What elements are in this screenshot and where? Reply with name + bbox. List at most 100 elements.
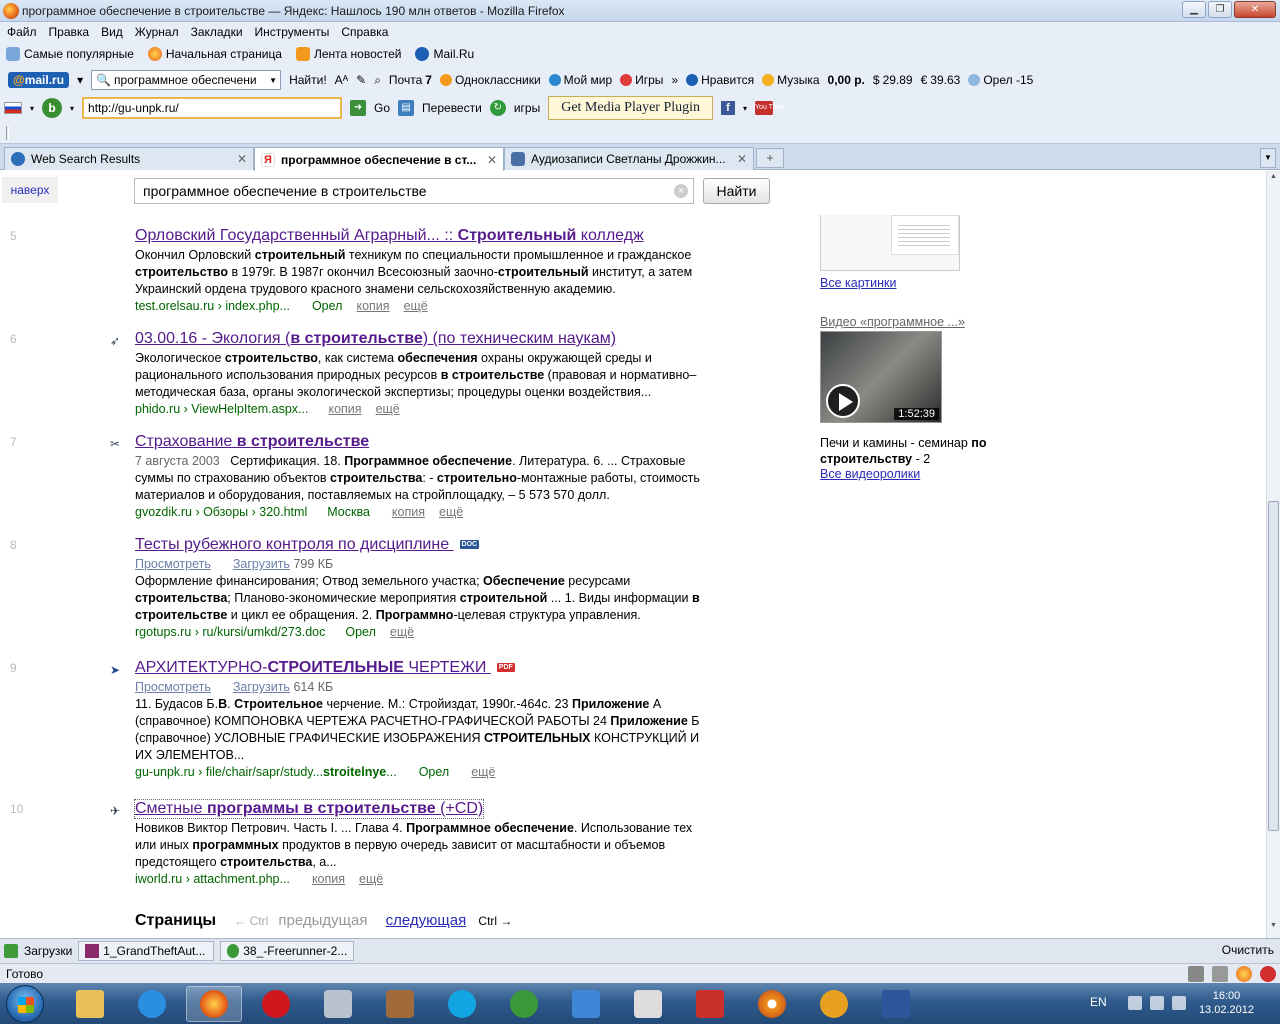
chevron-down-icon[interactable]: ▾ [743,104,747,113]
show-hidden-icon[interactable] [1128,996,1142,1010]
result-title-link[interactable]: Сметные программы в строительстве (+CD) [133,799,485,819]
language-indicator[interactable]: EN [1090,995,1107,1009]
taskbar-firefox[interactable] [186,986,242,1022]
download-item[interactable]: 38_-Freerunner-2... [220,941,355,961]
result-url[interactable]: iworld.ru › attachment.php... [135,872,290,886]
music-button[interactable]: Музыка [762,73,820,87]
vertical-scrollbar[interactable]: ▲ ▼ [1266,171,1280,938]
odnoklassniki-button[interactable]: Одноклассники [439,73,541,87]
find-in-page-icon[interactable]: ⌕ [374,73,381,88]
tab-audio[interactable]: Аудиозаписи Светланы Дрожжин... ✕ [504,147,754,170]
more-link[interactable]: ещё [359,872,383,886]
taskbar-app[interactable] [682,986,738,1022]
menu-file[interactable]: Файл [6,25,38,39]
menu-edit[interactable]: Правка [48,25,91,39]
close-tab-icon[interactable]: ✕ [487,153,497,167]
prev-page-link[interactable]: предыдущая [278,912,367,929]
taskbar-ie[interactable] [124,986,180,1022]
tab-web-search-results[interactable]: Web Search Results ✕ [4,147,254,170]
video-title[interactable]: Печи и камины - семинар по строительству … [820,435,1020,467]
bookmark-most-visited[interactable]: Самые популярные [6,47,134,61]
weather[interactable]: Орел -15 [968,73,1033,87]
russia-flag-icon[interactable] [4,102,22,114]
cached-copy-link[interactable]: копия [328,402,361,416]
download-link[interactable]: Загрузить [233,557,290,571]
yandex-search-input[interactable]: программное обеспечение в строительстве … [134,178,694,204]
my-world-button[interactable]: Мой мир [548,73,612,87]
mailru-find-button[interactable]: Найти! [289,73,327,87]
tab-list-button[interactable]: ▼ [1260,148,1276,168]
go-arrow-icon[interactable]: ➜ [350,100,367,116]
chevron-down-icon[interactable]: ▼ [266,76,280,85]
download-link[interactable]: Загрузить [233,680,290,694]
all-videos-link[interactable]: Все видеоролики [820,467,920,481]
chevron-down-icon[interactable]: ▾ [70,104,74,113]
result-url[interactable]: rgotups.ru › ru/kursi/umkd/273.doc [135,625,325,639]
cached-copy-link[interactable]: копия [312,872,345,886]
adblock-icon[interactable] [1260,966,1276,982]
url-input[interactable]: http://gu-unpk.ru/ [82,97,343,119]
more-link[interactable]: ещё [471,765,495,779]
clear-downloads-button[interactable]: Очистить [1222,943,1274,957]
menu-help[interactable]: Справка [340,25,389,39]
mailru-logo[interactable]: @mail.ru [8,72,70,88]
more-link[interactable]: ещё [390,625,414,639]
more-link[interactable]: ещё [439,505,463,519]
result-title-link[interactable]: Страхование в строительстве [135,433,369,451]
like-button[interactable]: Нравится [686,73,754,87]
eur-rate[interactable]: €39.63 [921,73,961,87]
menu-bookmarks[interactable]: Закладки [190,25,244,39]
screen-icon[interactable] [1188,966,1204,982]
usd-rate[interactable]: $29.89 [873,73,913,87]
view-link[interactable]: Просмотреть [135,557,211,571]
games-button[interactable]: игры [514,101,540,115]
translate-button[interactable]: Перевести [422,101,482,115]
bookmark-mailru[interactable]: Mail.Ru [415,47,474,61]
font-size-icon[interactable]: Aᴬ [335,73,348,87]
scroll-down-icon[interactable]: ▼ [1268,922,1279,936]
result-title-link[interactable]: 03.00.16 - Экология (в строительстве) (п… [135,330,616,348]
video-thumbnail[interactable]: 1:52:39 [820,331,942,423]
more-chevron-icon[interactable]: » [671,73,678,87]
games-button[interactable]: Игры [620,73,663,87]
firefox-icon[interactable] [1236,966,1252,982]
taskbar-opera[interactable] [248,986,304,1022]
clock[interactable]: 16:00 13.02.2012 [1199,989,1254,1017]
result-url[interactable]: gvozdik.ru › Обзоры › 320.html [135,505,307,519]
money-balance[interactable]: 0,00 р. [828,73,865,87]
result-title-link[interactable]: Тесты рубежного контроля по дисциплине D… [135,536,480,554]
all-images-link[interactable]: Все картинки [820,276,896,290]
chevron-down-icon[interactable]: ▾ [30,104,34,113]
youtube-icon[interactable]: You Tube [755,101,784,115]
back-to-top-link[interactable]: наверх [2,177,58,203]
mailru-search-input[interactable]: 🔍 программное обеспечени ▼ [91,70,282,90]
taskbar-half-life[interactable] [806,986,862,1022]
close-tab-icon[interactable]: ✕ [237,152,247,166]
taskbar-media[interactable] [620,986,676,1022]
yandex-search-button[interactable]: Найти [703,178,770,204]
taskbar-explorer[interactable] [62,986,118,1022]
taskbar-disc[interactable] [744,986,800,1022]
start-button[interactable] [6,985,44,1023]
more-link[interactable]: ещё [404,299,428,313]
maximize-button[interactable]: ❐ [1208,1,1232,18]
result-title-link[interactable]: Орловский Государственный Аграрный... ::… [135,227,644,245]
scroll-up-icon[interactable]: ▲ [1268,173,1279,187]
menu-tools[interactable]: Инструменты [254,25,331,39]
taskbar-utorrent[interactable] [496,986,552,1022]
view-link[interactable]: Просмотреть [135,680,211,694]
dropdown-arrow-icon[interactable]: ▾ [77,73,83,87]
facebook-icon[interactable]: f [721,101,736,115]
close-tab-icon[interactable]: ✕ [737,152,747,166]
image-thumbnail[interactable] [820,215,960,271]
video-header-link[interactable]: Видео «программное ...» [820,315,965,329]
result-url[interactable]: phido.ru › ViewHelpItem.aspx... [135,402,308,416]
go-button[interactable]: Go [374,101,390,115]
network-icon[interactable] [1150,996,1164,1010]
mail-button[interactable]: Почта 7 [389,73,432,87]
download-item[interactable]: 1_GrandTheftAut... [78,941,215,961]
taskbar-camera[interactable] [310,986,366,1022]
result-url[interactable]: test.orelsau.ru › index.php... [135,299,290,313]
cached-copy-link[interactable]: копия [392,505,425,519]
media-player-plugin-button[interactable]: Get Media Player Plugin [548,96,714,120]
